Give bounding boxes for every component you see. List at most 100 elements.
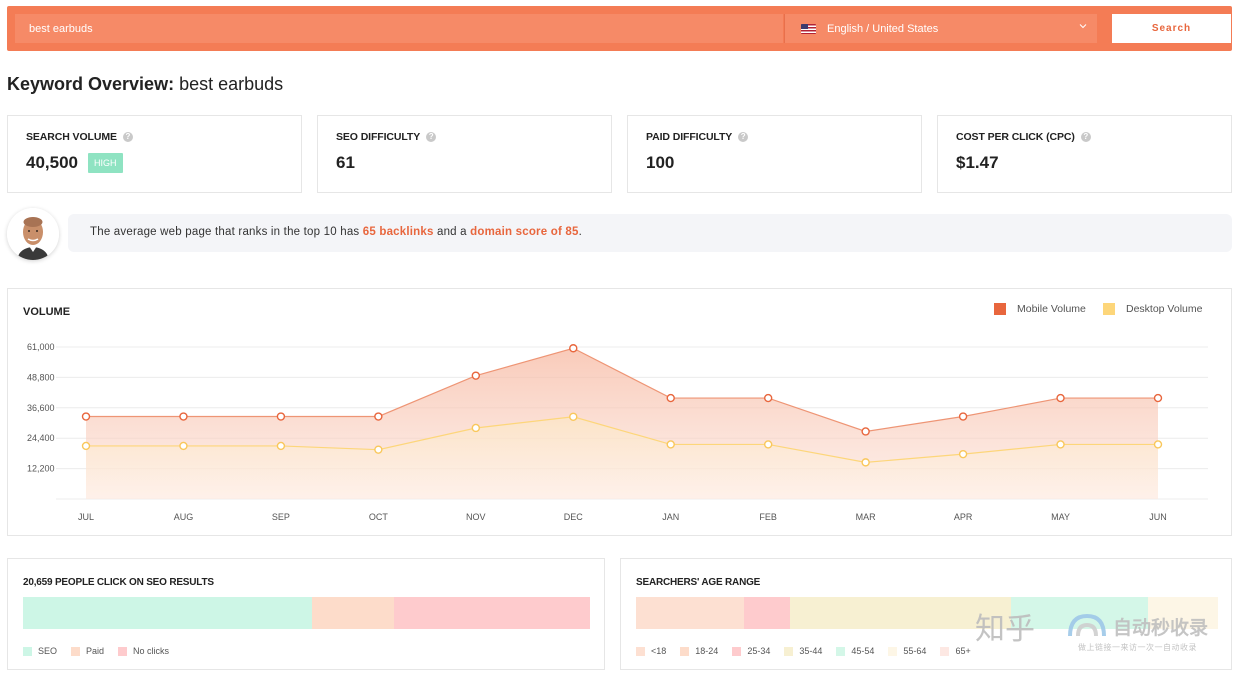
- age-range-legend-item: 25-34: [732, 646, 770, 656]
- mobile-volume-point: [179, 412, 188, 421]
- mobile-volume-point: [666, 393, 675, 403]
- age-range-legend-item: 35-44: [784, 646, 822, 656]
- desktop-volume-point: [666, 440, 675, 449]
- age-range-legend-swatch: [836, 646, 846, 656]
- avatar-portrait-icon: [7, 208, 59, 260]
- y-tick-label: 12,200: [27, 464, 55, 474]
- x-tick-label: SEP: [272, 512, 290, 522]
- seo-clicks-bar-segment: [23, 597, 313, 629]
- page-title: Keyword Overview: best earbuds: [7, 74, 283, 95]
- mobile-volume-point: [1153, 393, 1163, 403]
- y-tick-label: 61,000: [27, 342, 55, 352]
- desktop-volume-point: [1056, 440, 1065, 449]
- search-volume-label: SEARCH VOLUME: [26, 131, 117, 143]
- seo-clicks-legend-label: SEO: [38, 646, 58, 656]
- x-tick-label: DEC: [564, 512, 584, 522]
- mobile-volume-point: [861, 427, 870, 436]
- y-tick-label: 36,600: [27, 403, 55, 413]
- age-range-legend-label: 55-64: [903, 646, 927, 656]
- legend-desktop-label: Desktop Volume: [1126, 303, 1203, 315]
- legend-desktop-swatch: [1103, 303, 1115, 315]
- seo-clicks-bar: [23, 597, 590, 629]
- watermark-brand: 自动秒收录: [1113, 618, 1209, 639]
- cpc-value: $1.47: [956, 153, 999, 172]
- x-tick-label: JAN: [662, 512, 679, 522]
- mobile-volume-point: [471, 371, 481, 380]
- age-range-legend-label: <18: [651, 646, 667, 656]
- seo-difficulty-value: 61: [336, 153, 355, 172]
- us-flag-icon: [801, 23, 816, 34]
- legend-mobile[interactable]: Mobile Volume: [994, 303, 1086, 315]
- volume-level-badge: HIGH: [88, 153, 123, 173]
- watermark-logo-icon: [1068, 613, 1106, 637]
- desktop-volume-point: [374, 445, 383, 454]
- search-volume-card: SEARCH VOLUME? 40,500 HIGH: [7, 115, 302, 193]
- age-range-legend-swatch: [940, 646, 950, 656]
- mobile-volume-point: [276, 412, 286, 421]
- search-button[interactable]: Search: [1112, 14, 1231, 43]
- age-range-legend-label: 45-54: [851, 646, 875, 656]
- page-title-prefix: Keyword Overview:: [7, 74, 175, 94]
- x-tick-label: OCT: [369, 512, 389, 522]
- seo-difficulty-card: SEO DIFFICULTY? 61: [317, 115, 612, 193]
- age-range-bar-segment: [636, 597, 744, 629]
- age-range-legend-item: 55-64: [888, 646, 926, 656]
- cpc-label: COST PER CLICK (CPC): [956, 131, 1075, 143]
- chevron-down-icon: [1079, 24, 1087, 29]
- age-range-legend-label: 65+: [955, 646, 971, 656]
- page-title-keyword: best earbuds: [179, 74, 284, 94]
- seo-clicks-legend-item: No clicks: [118, 646, 169, 656]
- y-tick-label: 24,400: [27, 433, 55, 443]
- age-range-legend-label: 35-44: [799, 646, 823, 656]
- help-icon[interactable]: ?: [426, 132, 437, 142]
- desktop-volume-point: [81, 441, 91, 451]
- seo-clicks-title: 20,659 PEOPLE CLICK ON SEO RESULTS: [23, 577, 214, 588]
- desktop-volume-point: [471, 423, 481, 433]
- mobile-volume-point: [1056, 393, 1065, 403]
- backlinks-highlight: 65 backlinks: [362, 226, 434, 238]
- backlink-tip-banner: The average web page that ranks in the t…: [68, 214, 1232, 252]
- search-volume-value: 40,500: [26, 153, 78, 172]
- desktop-volume-point: [1153, 440, 1163, 449]
- age-range-legend-swatch: [636, 646, 645, 656]
- legend-desktop[interactable]: Desktop Volume: [1103, 303, 1202, 315]
- seo-clicks-bar-segment: [394, 597, 590, 629]
- x-tick-label: FEB: [759, 512, 777, 522]
- desktop-volume-point: [958, 449, 968, 459]
- desktop-volume-point: [276, 441, 286, 451]
- seo-clicks-legend: SEO Paid No clicks: [23, 646, 183, 656]
- x-tick-label: JUN: [1149, 512, 1167, 522]
- volume-chart: 61,000 48,800 36,600 24,400 12,200 JUL AUG SEP O…: [27, 342, 1208, 522]
- seo-clicks-card: 20,659 PEOPLE CLICK ON SEO RESULTS SEO Pa…: [7, 558, 605, 670]
- help-icon[interactable]: ?: [122, 132, 133, 142]
- paid-difficulty-value: 100: [646, 153, 675, 172]
- mobile-volume-point: [763, 393, 773, 403]
- age-range-bar-segment: [743, 597, 791, 629]
- x-tick-label: MAY: [1051, 512, 1070, 522]
- watermark-zhihu-logo: 知乎: [975, 612, 1035, 647]
- age-range-legend-label: 18-24: [695, 646, 719, 656]
- seo-clicks-legend-item: Paid: [71, 646, 104, 656]
- seo-clicks-legend-swatch: [118, 646, 128, 656]
- keyword-search-input[interactable]: [15, 14, 783, 43]
- avatar: [7, 208, 59, 260]
- age-range-title: SEARCHERS' AGE RANGE: [636, 577, 761, 588]
- seo-difficulty-label: SEO DIFFICULTY: [336, 131, 421, 143]
- watermark: 知乎 自动秒收录 做上链接一来访一次一自动收录: [975, 600, 1225, 660]
- legend-mobile-swatch: [994, 303, 1006, 315]
- watermark-slogan: 做上链接一来访一次一自动收录: [1078, 643, 1197, 652]
- seo-clicks-legend-label: Paid: [86, 646, 105, 656]
- age-range-legend-item: <18: [636, 646, 666, 656]
- legend-mobile-label: Mobile Volume: [1017, 303, 1086, 315]
- x-tick-label: MAR: [856, 512, 877, 522]
- mobile-volume-point: [81, 412, 91, 421]
- language-location-select[interactable]: English / United States: [784, 14, 1097, 43]
- help-icon[interactable]: ?: [1080, 132, 1091, 142]
- volume-chart-card: 61,000 48,800 36,600 24,400 12,200 JUL AUG SEP O…: [7, 288, 1232, 536]
- desktop-volume-point: [179, 441, 188, 451]
- help-icon[interactable]: ?: [738, 132, 749, 142]
- seo-clicks-legend-label: No clicks: [133, 646, 170, 656]
- age-range-legend: <18 18-24 25-34 35-44 45-54 55-64 65+: [636, 646, 985, 656]
- age-range-legend-label: 25-34: [747, 646, 771, 656]
- paid-difficulty-label: PAID DIFFICULTY: [646, 131, 733, 143]
